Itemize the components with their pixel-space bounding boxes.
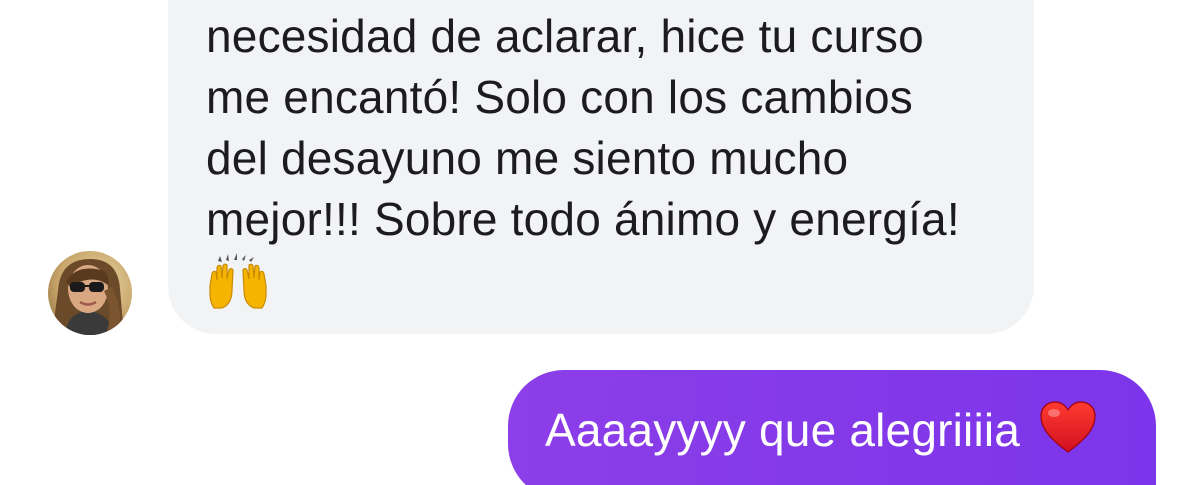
outgoing-message-text: Aaaayyyy que alegriiiia — [545, 404, 1021, 456]
sender-avatar[interactable] — [48, 251, 132, 335]
message-line: del desayuno me siento mucho — [206, 132, 849, 184]
outgoing-message-bubble[interactable]: Aaaayyyy que alegriiiia — [508, 370, 1156, 485]
incoming-message-bubble[interactable]: necesidad de aclarar, hice tu curso me e… — [168, 0, 1034, 334]
message-line: me encantó! Solo con los cambios — [206, 71, 914, 123]
avatar-image — [48, 251, 132, 335]
conversation-view: necesidad de aclarar, hice tu curso me e… — [0, 0, 1179, 485]
raising-hands-icon — [209, 253, 267, 309]
red-heart-icon — [1039, 401, 1096, 453]
message-line: mejor!!! Sobre todo ánimo y energía! — [206, 193, 960, 245]
message-line: necesidad de aclarar, hice tu curso — [206, 10, 924, 62]
